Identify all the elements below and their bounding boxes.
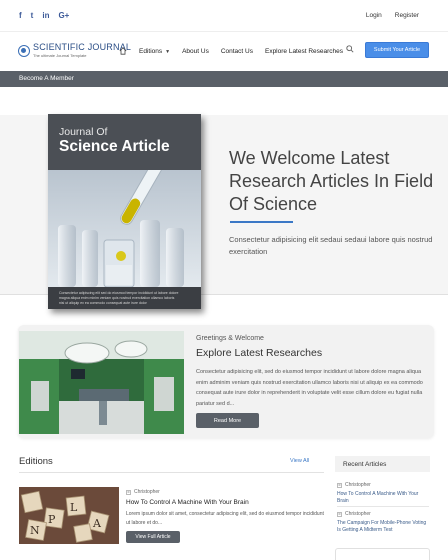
svg-text:P: P	[48, 513, 56, 526]
edition-excerpt: Lorem ipsum dolor sit amet, consectetur …	[126, 511, 324, 526]
recent-article-item[interactable]: Christopher How To Control A Machine Wit…	[337, 482, 427, 504]
nav-item-explore[interactable]: Explore Latest Researches	[265, 48, 343, 55]
view-full-article-button[interactable]: View Full Article	[126, 531, 180, 543]
logo-mark-icon	[18, 44, 30, 57]
greeting-kicker: Greetings & Welcome	[196, 335, 264, 342]
greeting-title: Explore Latest Researches	[196, 347, 323, 359]
recent-article-title[interactable]: The Campaign For Mobile-Phone Voting Is …	[337, 520, 427, 533]
svg-text:A: A	[92, 517, 102, 530]
cover-blurb-line: nisi ut aliquip ex ea commodo consequat …	[59, 301, 147, 305]
cover-kicker: Journal Of	[59, 126, 108, 138]
cover-header: Journal Of Science Article	[48, 114, 201, 170]
document-icon	[337, 482, 342, 488]
become-member-link[interactable]: Become A Member	[19, 75, 74, 82]
auth-links: Login Register	[366, 12, 419, 19]
journal-cover: Journal Of Science Article Consectetur a…	[48, 114, 201, 309]
search-icon[interactable]	[346, 45, 354, 53]
editions-divider	[19, 472, 324, 473]
home-icon[interactable]	[119, 47, 127, 55]
google-plus-icon[interactable]: G+	[58, 11, 69, 20]
top-utility-bar: f t in G+ Login Register	[0, 0, 448, 32]
recent-article-item[interactable]: Christopher The Campaign For Mobile-Phon…	[337, 511, 427, 533]
recent-article-author: Christopher	[337, 482, 427, 488]
nav-item-contact[interactable]: Contact Us	[221, 48, 253, 55]
letter-tiles-image[interactable]: P L A N	[19, 487, 119, 544]
site-logo[interactable]: SCIENTIFIC JOURNAL The ultimate Journal …	[18, 43, 131, 58]
nav-item-editions-label: Editions	[139, 47, 163, 55]
twitter-icon[interactable]: t	[31, 11, 34, 20]
cover-footer: Consectetur adipiscing elit sed do eiusm…	[48, 287, 201, 309]
svg-text:L: L	[70, 501, 78, 514]
login-link[interactable]: Login	[366, 12, 382, 19]
editions-heading: Editions	[19, 456, 53, 467]
logo-title: SCIENTIFIC JOURNAL	[33, 42, 132, 52]
facebook-icon[interactable]: f	[19, 11, 22, 20]
chevron-down-icon: ▼	[165, 48, 171, 55]
edition-author-name: Christopher	[134, 489, 160, 495]
view-all-link[interactable]: View All	[290, 458, 309, 464]
register-link[interactable]: Register	[395, 12, 419, 19]
document-icon	[126, 489, 131, 495]
hero-subtitle: Consectetur adipisicing elit sedaui seda…	[229, 235, 433, 256]
greeting-body: Consectetur adipisicing elit, sed do eiu…	[196, 369, 423, 407]
nav-item-editions[interactable]: Editions ▼	[139, 48, 170, 55]
recent-article-author: Christopher	[337, 511, 427, 517]
recent-articles-header: Recent Articles	[335, 456, 430, 472]
recent-article-title[interactable]: How To Control A Machine With Your Brain	[337, 491, 427, 504]
linkedin-icon[interactable]: in	[42, 11, 49, 20]
edition-author: Christopher	[126, 489, 160, 495]
submit-article-button[interactable]: Submit Your Article	[365, 42, 429, 58]
logo-tagline: The ultimate Journal Template	[33, 53, 87, 58]
operating-room-image	[19, 331, 184, 434]
recent-articles-title: Recent Articles	[343, 461, 387, 468]
nav-item-about[interactable]: About Us	[182, 48, 209, 55]
hero-divider	[230, 221, 293, 223]
document-icon	[337, 511, 342, 517]
recent-widget-frame	[335, 548, 430, 560]
nav-links: Editions ▼ About Us Contact Us Explore La…	[119, 47, 355, 55]
member-strip: Become A Member	[0, 71, 448, 87]
recent-article-author-name: Christopher	[345, 482, 371, 488]
test-tube-image	[48, 170, 201, 287]
read-more-button[interactable]: Read More	[196, 413, 259, 428]
hero-title: We Welcome Latest Research Articles In F…	[229, 148, 434, 214]
recent-divider	[337, 506, 429, 507]
cover-title: Science Article	[59, 138, 170, 155]
social-links: f t in G+	[19, 11, 69, 20]
svg-text:N: N	[30, 524, 40, 537]
recent-article-author-name: Christopher	[345, 511, 371, 517]
edition-article-title[interactable]: How To Control A Machine With Your Brain	[126, 499, 249, 506]
